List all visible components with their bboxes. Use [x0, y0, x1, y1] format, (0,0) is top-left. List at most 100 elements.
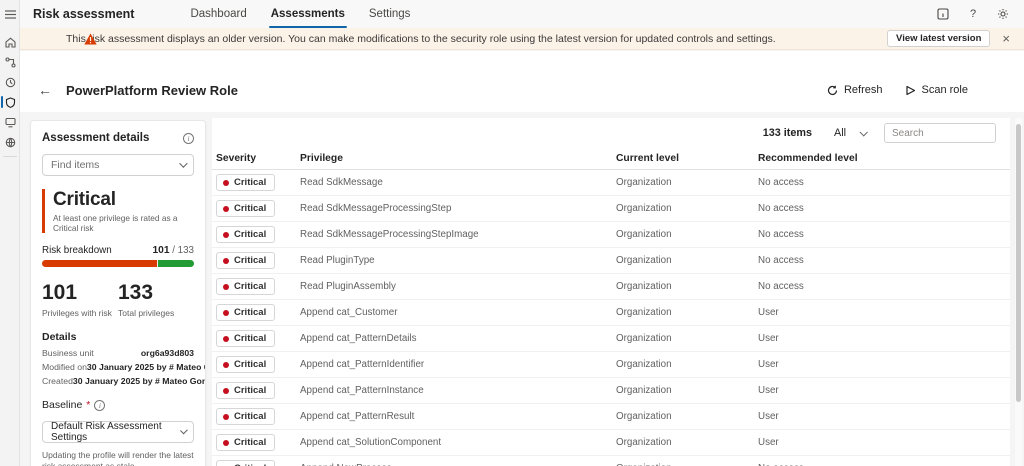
table-row[interactable]: Critical Read PluginAssembly Organizatio…	[212, 274, 1010, 300]
detail-row: Created30 January 2025 by # Mateo Gomez	[42, 376, 194, 386]
stat-block: 133Total privileges	[118, 281, 194, 318]
vertical-scrollbar[interactable]	[1015, 118, 1022, 466]
whats-new-icon[interactable]	[936, 7, 950, 21]
severity-badge[interactable]: Critical	[216, 356, 275, 373]
table-row[interactable]: Critical Read PluginType Organization No…	[212, 248, 1010, 274]
risk-bar-segment	[42, 260, 157, 267]
severity-badge[interactable]: Critical	[216, 252, 275, 269]
recommended-level-cell: User	[758, 359, 1010, 370]
table-row[interactable]: Critical Append cat_SolutionComponent Or…	[212, 430, 1010, 456]
table-header-row: Severity Privilege Current level Recomme…	[212, 148, 1010, 170]
privilege-cell: Read SdkMessageProcessingStep	[300, 203, 616, 214]
page-actions: Refresh Scan role	[821, 80, 1024, 100]
severity-badge[interactable]: Critical	[216, 408, 275, 425]
severity-badge[interactable]: Critical	[216, 226, 275, 243]
banner-close-icon[interactable]: ×	[1002, 32, 1010, 45]
scrollbar-thumb[interactable]	[1016, 124, 1021, 402]
privilege-cell: Append cat_Customer	[300, 307, 616, 318]
tab-assessments[interactable]: Assessments	[259, 0, 357, 28]
recommended-level-cell: No access	[758, 255, 1010, 266]
severity-badge[interactable]: Critical	[216, 304, 275, 321]
table-body: Critical Read SdkMessage Organization No…	[212, 170, 1010, 466]
back-arrow-icon[interactable]: ←	[38, 82, 52, 98]
detail-label: Modified on	[42, 362, 87, 372]
baseline-note: Updating the profile will render the lat…	[42, 450, 194, 466]
table-row[interactable]: Critical Append cat_PatternDetails Organ…	[212, 326, 1010, 352]
scan-icon	[905, 85, 916, 96]
critical-dot-icon	[223, 206, 229, 212]
table-row[interactable]: Critical Append NewProcess Organization …	[212, 456, 1010, 466]
tab-dashboard[interactable]: Dashboard	[178, 0, 258, 28]
left-nav-rail	[0, 0, 20, 466]
severity-badge[interactable]: Critical	[216, 330, 275, 347]
severity-filter-dropdown[interactable]: All	[834, 127, 866, 139]
critical-dot-icon	[223, 258, 229, 264]
flow-icon[interactable]	[0, 52, 20, 72]
assessment-details-panel: Assessment details i Find items Critical…	[30, 120, 206, 466]
baseline-dropdown[interactable]: Default Risk Assessment Settings	[42, 421, 194, 443]
severity-badge[interactable]: Critical	[216, 382, 275, 399]
table-row[interactable]: Critical Append cat_PatternResult Organi…	[212, 404, 1010, 430]
table-row[interactable]: Critical Append cat_PatternIdentifier Or…	[212, 352, 1010, 378]
apps-icon[interactable]	[0, 132, 20, 152]
stat-block: 101Privileges with risk	[42, 281, 118, 318]
critical-dot-icon	[223, 362, 229, 368]
column-header-recommended-level[interactable]: Recommended level	[758, 153, 1010, 164]
table-row[interactable]: Critical Read SdkMessageProcessingStep O…	[212, 196, 1010, 222]
scan-role-button[interactable]: Scan role	[899, 80, 974, 100]
critical-dot-icon	[223, 414, 229, 420]
table-row[interactable]: Critical Append cat_Customer Organizatio…	[212, 300, 1010, 326]
current-level-cell: Organization	[616, 333, 758, 344]
items-count: 133 items	[763, 127, 812, 139]
column-header-current-level[interactable]: Current level	[616, 153, 758, 164]
severity-badge-label: Critical	[234, 177, 266, 188]
panel-title: Assessment details	[42, 132, 149, 144]
history-icon[interactable]	[0, 72, 20, 92]
view-latest-version-button[interactable]: View latest version	[887, 30, 990, 47]
info-icon[interactable]: i	[183, 133, 194, 144]
help-icon[interactable]: ?	[966, 7, 980, 21]
privilege-cell: Append cat_PatternInstance	[300, 385, 616, 396]
chevron-down-icon	[180, 427, 188, 435]
hamburger-menu-icon[interactable]	[0, 4, 20, 24]
column-header-privilege[interactable]: Privilege	[300, 153, 616, 164]
critical-dot-icon	[223, 180, 229, 186]
current-level-cell: Organization	[616, 411, 758, 422]
current-level-cell: Organization	[616, 203, 758, 214]
risk-breakdown-bar	[42, 260, 194, 267]
severity-badge-label: Critical	[234, 281, 266, 292]
severity-badge-label: Critical	[234, 359, 266, 370]
required-asterisk: *	[86, 399, 90, 411]
severity-badge[interactable]: Critical	[216, 278, 275, 295]
tab-settings[interactable]: Settings	[357, 0, 423, 28]
critical-dot-icon	[223, 232, 229, 238]
settings-gear-icon[interactable]	[996, 7, 1010, 21]
severity-badge[interactable]: Critical	[216, 174, 275, 191]
refresh-icon	[827, 85, 838, 96]
current-level-cell: Organization	[616, 177, 758, 188]
baseline-info-icon[interactable]: i	[94, 400, 105, 411]
recommended-level-cell: User	[758, 411, 1010, 422]
severity-badge[interactable]: Critical	[216, 460, 275, 466]
tab-strip: DashboardAssessmentsSettings	[178, 0, 422, 28]
severity-badge[interactable]: Critical	[216, 434, 275, 451]
search-input[interactable]	[884, 123, 996, 143]
severity-badge-label: Critical	[234, 229, 266, 240]
table-row[interactable]: Critical Append cat_PatternInstance Orga…	[212, 378, 1010, 404]
detail-row: Modified on30 January 2025 by # Mateo Go…	[42, 362, 194, 372]
security-assessment-icon[interactable]	[0, 92, 20, 112]
critical-dot-icon	[223, 440, 229, 446]
severity-badge[interactable]: Critical	[216, 200, 275, 217]
baseline-label: Baseline	[42, 399, 82, 411]
monitor-icon[interactable]	[0, 112, 20, 132]
refresh-button[interactable]: Refresh	[821, 80, 889, 100]
find-items-dropdown[interactable]: Find items	[42, 154, 194, 176]
table-row[interactable]: Critical Read SdkMessage Organization No…	[212, 170, 1010, 196]
home-icon[interactable]	[0, 32, 20, 52]
privilege-cell: Read SdkMessage	[300, 177, 616, 188]
recommended-level-cell: User	[758, 437, 1010, 448]
table-row[interactable]: Critical Read SdkMessageProcessingStepIm…	[212, 222, 1010, 248]
column-header-severity[interactable]: Severity	[212, 153, 300, 164]
risk-rating-block: Critical At least one privilege is rated…	[42, 189, 194, 233]
privilege-cell: Read PluginAssembly	[300, 281, 616, 292]
